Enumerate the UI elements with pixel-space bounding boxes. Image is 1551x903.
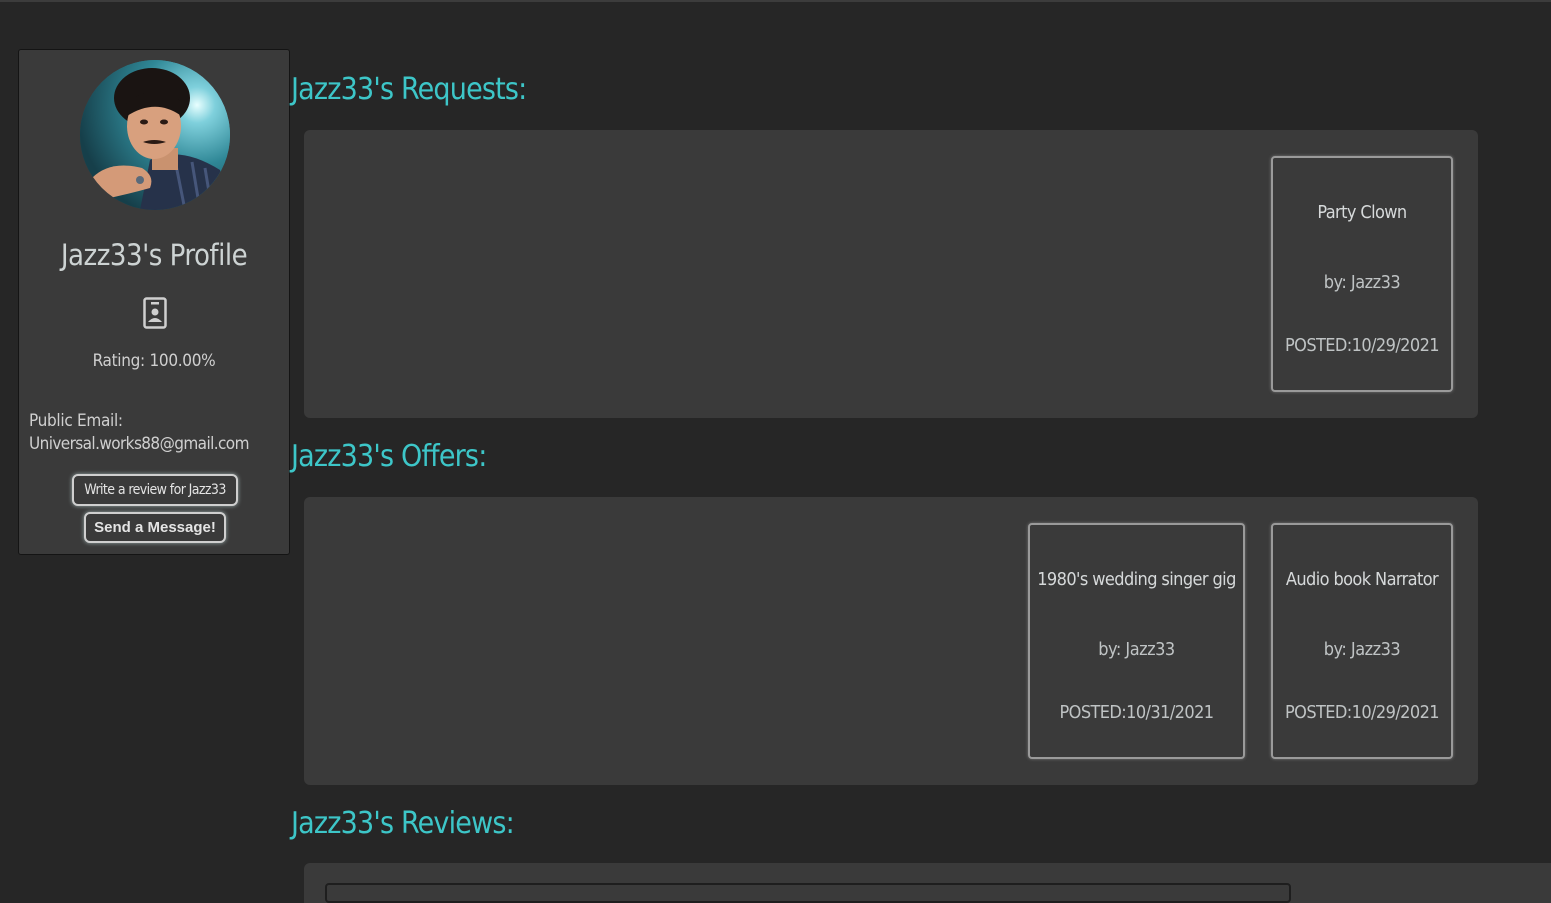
requests-panel: Party Clown by: Jazz33 POSTED:10/29/2021 <box>304 130 1478 418</box>
contact-card-icon <box>143 297 167 329</box>
offer-card-date: POSTED:10/29/2021 <box>1285 702 1440 723</box>
top-border <box>0 0 1551 2</box>
offer-card-date: POSTED:10/31/2021 <box>1059 702 1215 723</box>
offers-panel: 1980's wedding singer gig by: Jazz33 POS… <box>304 497 1478 785</box>
offer-card-title: 1980's wedding singer gig <box>1037 569 1236 590</box>
request-card[interactable]: Party Clown by: Jazz33 POSTED:10/29/2021 <box>1271 156 1453 392</box>
email-value: Universal.works88@gmail.com <box>29 434 249 454</box>
offer-card-author: by: Jazz33 <box>1323 639 1401 660</box>
request-card-title: Party Clown <box>1317 202 1407 223</box>
avatar-image <box>80 60 230 210</box>
avatar <box>80 60 230 210</box>
offers-heading: Jazz33's Offers: <box>291 439 487 474</box>
profile-title: Jazz33's Profile <box>60 238 248 272</box>
offer-card-title: Audio book Narrator <box>1285 569 1439 590</box>
requests-heading: Jazz33's Requests: <box>291 72 527 107</box>
email-label: Public Email: <box>29 411 123 431</box>
offer-card[interactable]: Audio book Narrator by: Jazz33 POSTED:10… <box>1271 523 1453 759</box>
offer-card[interactable]: 1980's wedding singer gig by: Jazz33 POS… <box>1028 523 1245 759</box>
review-card <box>325 883 1291 903</box>
request-card-date: POSTED:10/29/2021 <box>1285 335 1440 356</box>
reviews-heading: Jazz33's Reviews: <box>291 806 515 841</box>
offer-card-author: by: Jazz33 <box>1098 639 1175 660</box>
request-card-author: by: Jazz33 <box>1323 272 1401 293</box>
rating-text: Rating: 100.00% <box>92 351 216 371</box>
write-review-button[interactable]: Write a review for Jazz33 <box>72 474 238 506</box>
send-message-button[interactable]: Send a Message! <box>84 512 226 543</box>
profile-card: Jazz33's Profile Rating: 100.00% Public … <box>18 49 290 555</box>
